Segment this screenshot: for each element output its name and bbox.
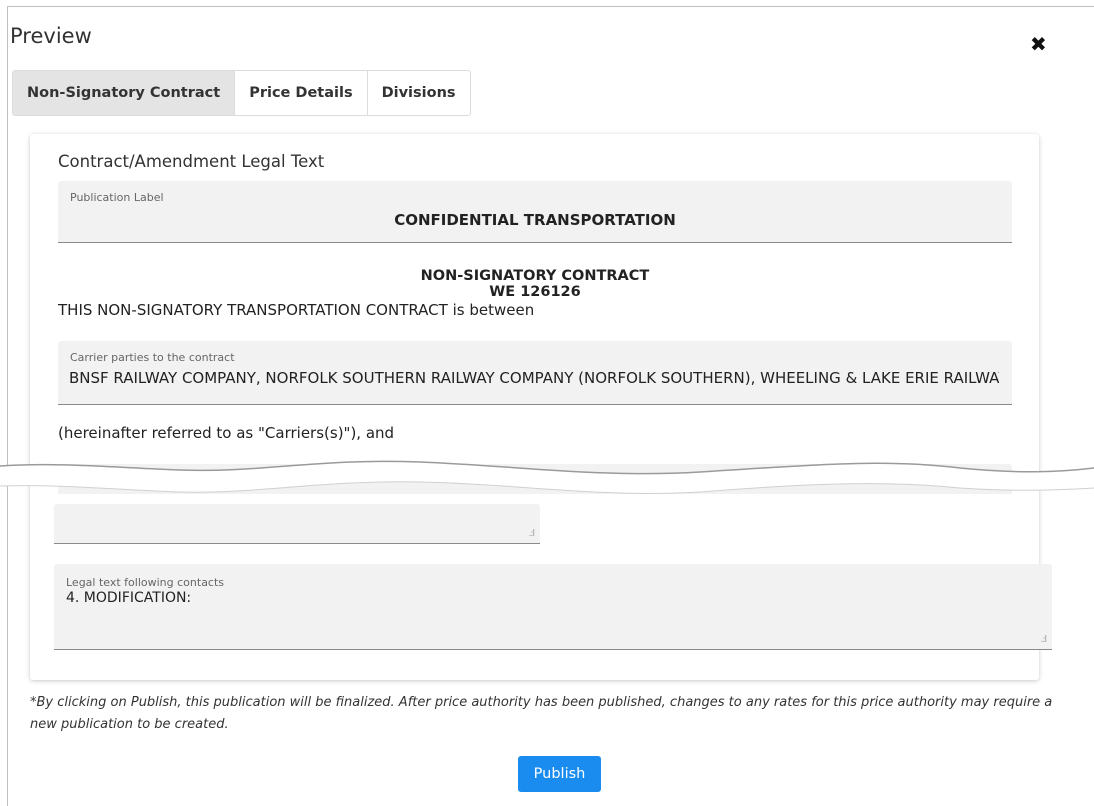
resize-handle-icon[interactable]: .:l xyxy=(529,529,535,539)
tab-divisions[interactable]: Divisions xyxy=(367,71,470,115)
legal-following-value: 4. MODIFICATION: xyxy=(66,590,192,606)
publish-note: *By clicking on Publish, this publicatio… xyxy=(30,695,1053,732)
carrier-parties-field[interactable]: Carrier parties to the contract BNSF RAI… xyxy=(58,341,1012,405)
contract-title: NON-SIGNATORY CONTRACT xyxy=(420,268,650,284)
shipper-field-top[interactable] xyxy=(58,464,1012,494)
contract-card: Contract/Amendment Legal Text Publicatio… xyxy=(30,134,1052,680)
contract-intro: THIS NON-SIGNATORY TRANSPORTATION CONTRA… xyxy=(58,301,535,319)
dialog-title: Preview xyxy=(10,24,92,48)
section-heading: Contract/Amendment Legal Text xyxy=(58,152,325,171)
carrier-parties-value: BNSF RAILWAY COMPANY, NORFOLK SOUTHERN R… xyxy=(69,369,999,387)
hereinafter-text: (hereinafter referred to as "Carriers(s)… xyxy=(58,424,395,442)
legal-following-field[interactable]: Legal text following contacts 4. MODIFIC… xyxy=(54,564,1052,650)
publication-label-field[interactable]: Publication Label CONFIDENTIAL TRANSPORT… xyxy=(58,181,1012,243)
close-icon[interactable]: ✖ xyxy=(1030,32,1047,56)
textarea-field-partial[interactable]: .:l xyxy=(54,504,540,544)
publication-label-caption: Publication Label xyxy=(70,191,164,204)
publish-button[interactable]: Publish xyxy=(518,756,601,792)
tab-non-signatory-contract[interactable]: Non-Signatory Contract xyxy=(13,71,236,115)
tab-bar: Non-Signatory Contract Price Details Div… xyxy=(12,70,471,116)
resize-handle-icon[interactable]: .:l xyxy=(1041,635,1047,645)
publication-label-value: CONFIDENTIAL TRANSPORTATION xyxy=(394,211,676,229)
carrier-parties-caption: Carrier parties to the contract xyxy=(70,351,235,364)
legal-following-caption: Legal text following contacts xyxy=(66,576,225,589)
tab-price-details[interactable]: Price Details xyxy=(235,71,368,115)
contract-number: WE 126126 xyxy=(489,284,581,300)
